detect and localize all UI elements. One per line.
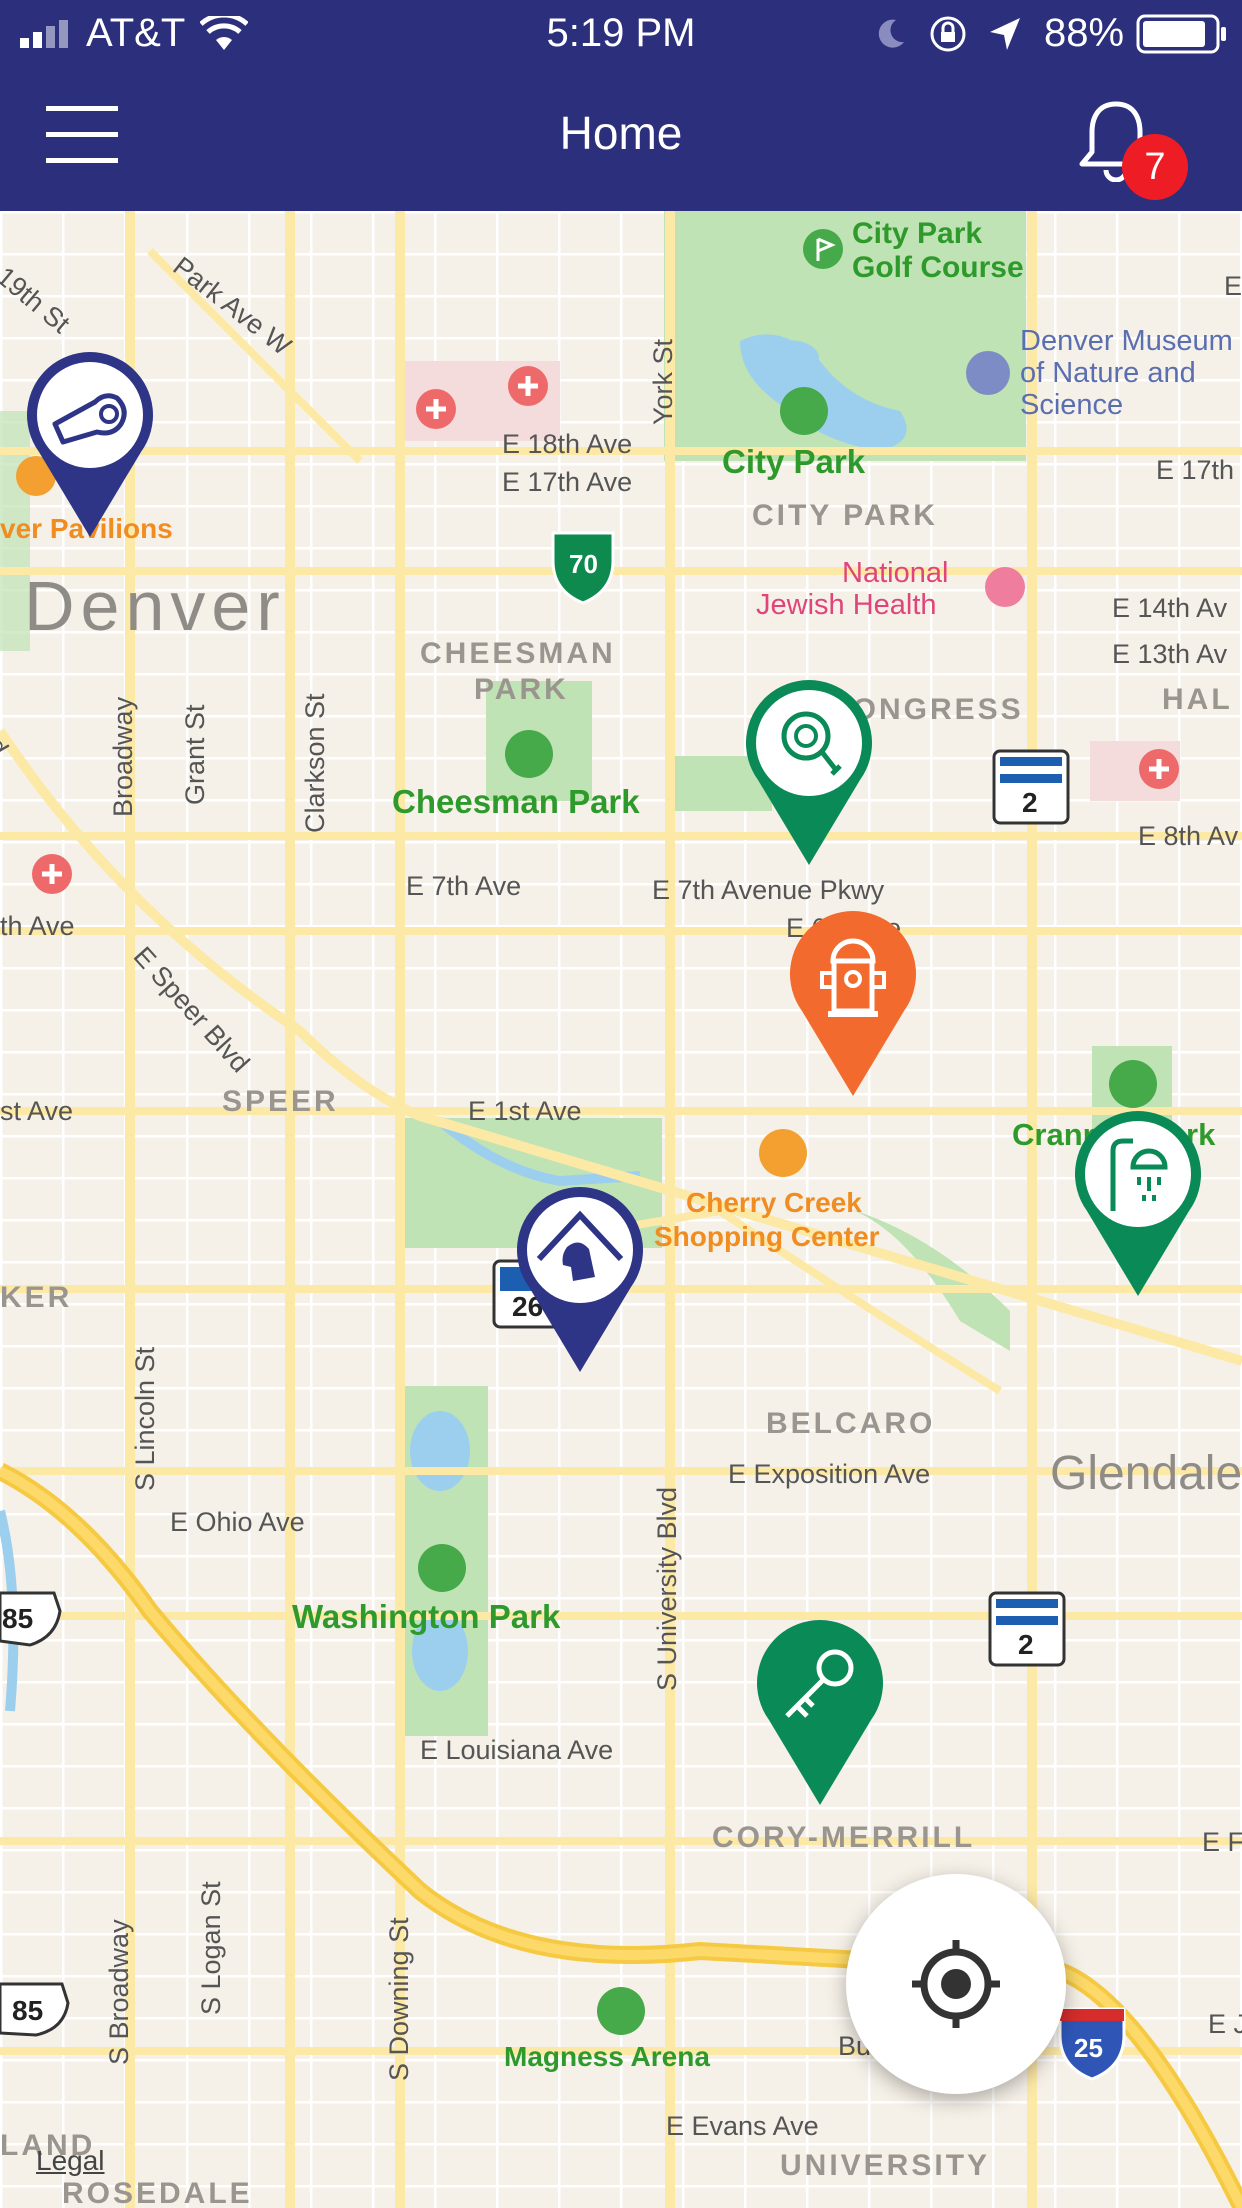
battery-icon bbox=[1136, 14, 1226, 54]
street-label: Grant St bbox=[180, 704, 210, 805]
street-label: Clarkson St bbox=[300, 693, 330, 833]
legal-link[interactable]: Legal bbox=[36, 2145, 105, 2177]
street-label: S University Blvd bbox=[652, 1486, 682, 1691]
street-label: th Ave bbox=[0, 911, 75, 941]
district-label: BELCARO bbox=[766, 1407, 936, 1440]
locate-me-button[interactable] bbox=[846, 1874, 1066, 2094]
city-label-glendale: Glendale bbox=[1050, 1447, 1242, 1500]
leash-pin[interactable] bbox=[744, 680, 874, 865]
street-label: E 8th Av bbox=[1138, 821, 1239, 851]
street-label: Broadway bbox=[108, 696, 138, 817]
status-bar: AT&T 5:19 PM 88% bbox=[0, 0, 1242, 66]
interstate-25-shield: 25 bbox=[1074, 2033, 1103, 2063]
street-label: E 13th Av bbox=[1112, 639, 1228, 669]
map-view[interactable]: Denver Glendale City Park Golf Course Ci… bbox=[0, 211, 1242, 2208]
city-label-denver: Denver bbox=[24, 567, 286, 645]
district-label: HAL bbox=[1162, 683, 1233, 716]
dog-house-pin[interactable] bbox=[515, 1187, 645, 1372]
us-85-shield: 85 bbox=[12, 1995, 44, 2026]
poi-label: Jewish Health bbox=[756, 589, 937, 621]
park-label: City Park bbox=[852, 217, 983, 250]
rotation-lock-icon bbox=[930, 16, 966, 52]
park-label: Washington Park bbox=[292, 1598, 561, 1635]
co-2-shield: 2 bbox=[1018, 1629, 1034, 1660]
district-label: ROSEDALE bbox=[62, 2177, 253, 2208]
district-label: CHEESMAN bbox=[420, 637, 616, 670]
street-label: E 7th Ave bbox=[406, 871, 522, 901]
us-85-shield: 85 bbox=[2, 1603, 34, 1634]
page-title: Home bbox=[559, 107, 683, 159]
street-label: E 18th Ave bbox=[502, 429, 633, 459]
nav-bar: Home 7 bbox=[0, 66, 1242, 211]
street-label: E 1st Ave bbox=[468, 1096, 582, 1126]
poi-label: Cherry Creek bbox=[686, 1187, 862, 1218]
street-label: E F bbox=[1202, 1827, 1242, 1857]
street-label: E Ohio Ave bbox=[170, 1507, 305, 1537]
location-arrow-icon bbox=[990, 18, 1020, 50]
co-2-shield: 2 bbox=[1022, 787, 1038, 818]
notification-badge: 7 bbox=[1122, 134, 1188, 200]
street-label: E 17th bbox=[1156, 455, 1235, 485]
park-label: Cheesman Park bbox=[392, 783, 640, 820]
district-label: PARK bbox=[474, 673, 569, 706]
district-label: UNIVERSITY bbox=[780, 2149, 991, 2182]
key-pin[interactable] bbox=[755, 1620, 885, 1805]
whistle-pin[interactable] bbox=[25, 352, 155, 537]
street-label: York St bbox=[648, 338, 678, 425]
street-label: E Exposition Ave bbox=[728, 1459, 931, 1489]
battery-percent: 88% bbox=[1044, 11, 1125, 55]
interstate-70-shield: 70 bbox=[569, 549, 598, 579]
poi-label: Shopping Center bbox=[654, 1221, 880, 1252]
street-label: E 7th Avenue Pkwy bbox=[652, 875, 885, 905]
district-label: CITY PARK bbox=[752, 499, 938, 532]
poi-label: of Nature and bbox=[1020, 357, 1196, 389]
poi-label: Denver Museum bbox=[1020, 325, 1233, 357]
street-label: E bbox=[1224, 271, 1242, 301]
street-label: E J bbox=[1208, 2009, 1242, 2039]
park-label: Golf Course bbox=[852, 251, 1024, 284]
street-label: E Louisiana Ave bbox=[420, 1735, 614, 1765]
poi-label: National bbox=[842, 557, 949, 589]
moon-icon bbox=[878, 19, 904, 48]
poi-label: Science bbox=[1020, 389, 1124, 421]
street-label: S Lincoln St bbox=[130, 1346, 160, 1491]
poi-label: Magness Arena bbox=[504, 2041, 710, 2072]
fire-hydrant-pin[interactable] bbox=[788, 911, 918, 1096]
shower-pin[interactable] bbox=[1073, 1111, 1203, 1296]
locate-me-icon bbox=[912, 1940, 1000, 2028]
street-label: E 17th Ave bbox=[502, 467, 633, 497]
street-label: E Evans Ave bbox=[666, 2111, 819, 2141]
district-label: CORY-MERRILL bbox=[712, 1821, 976, 1854]
district-label: KER bbox=[0, 1281, 73, 1314]
street-label: E 14th Av bbox=[1112, 593, 1228, 623]
street-label: S Logan St bbox=[196, 1881, 226, 2015]
district-label: SPEER bbox=[222, 1085, 339, 1118]
street-label: S Broadway bbox=[104, 1919, 134, 2065]
street-label: st Ave bbox=[0, 1096, 74, 1126]
park-label: City Park bbox=[722, 443, 866, 480]
street-label: S Downing St bbox=[384, 1917, 414, 2081]
